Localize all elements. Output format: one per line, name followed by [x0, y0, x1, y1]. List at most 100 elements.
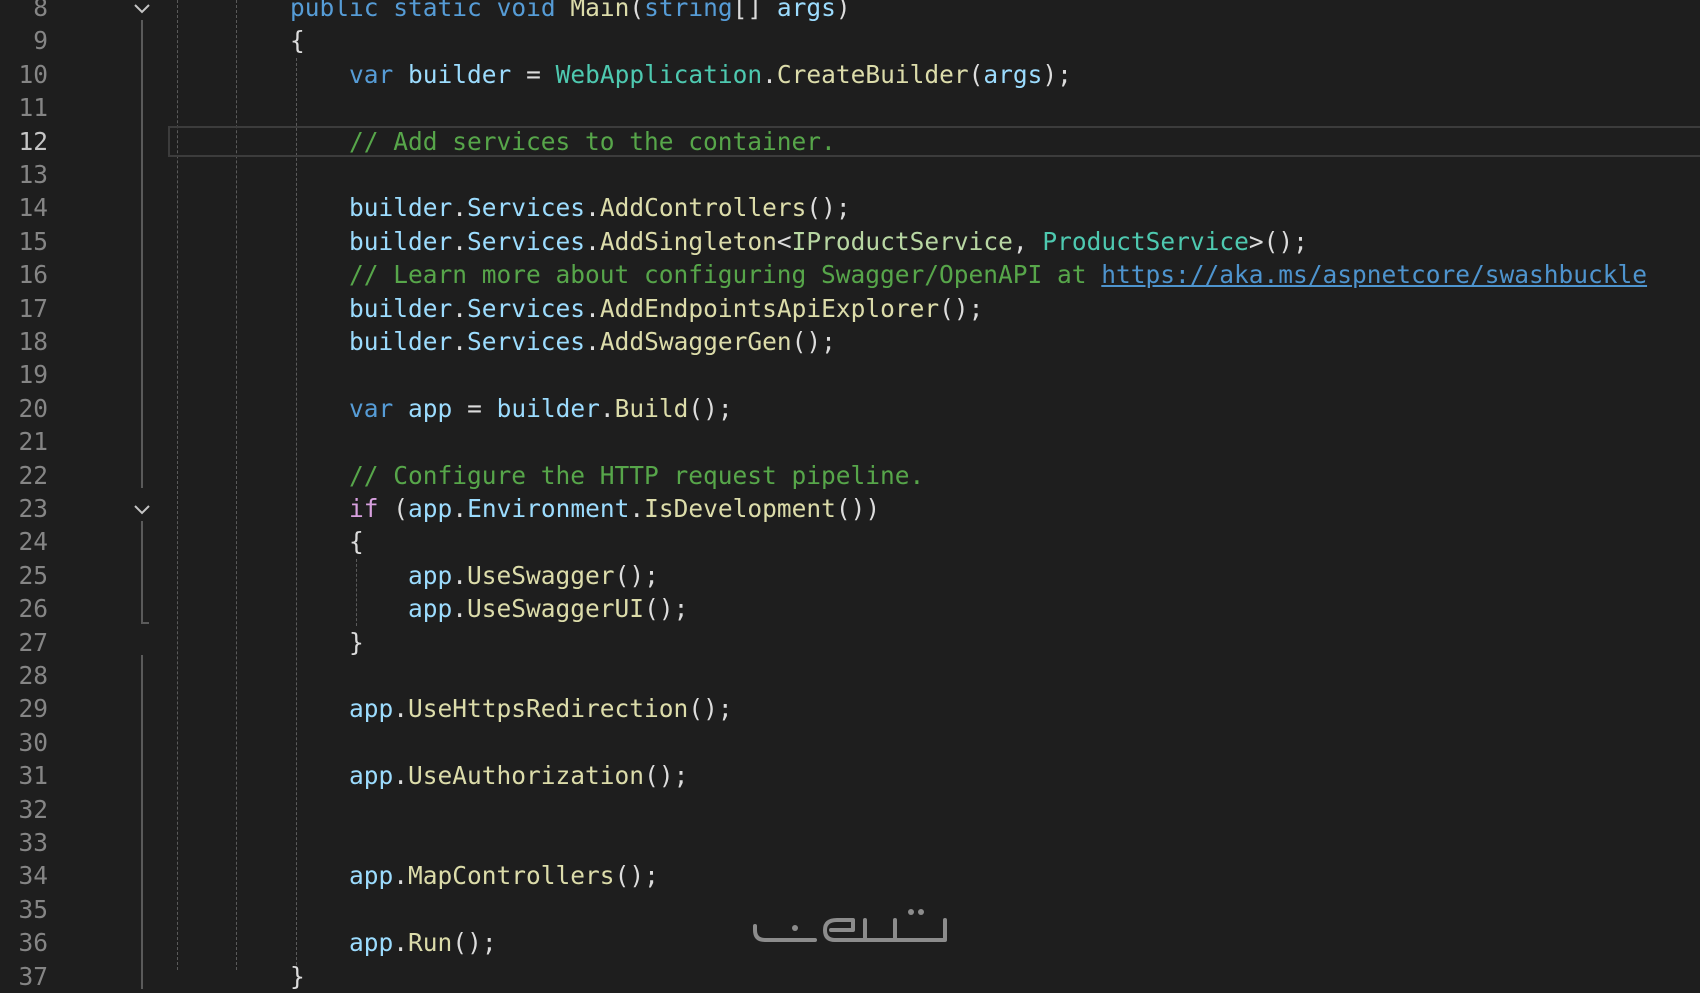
- code-token: =: [511, 59, 556, 89]
- line-number: 32: [18, 794, 48, 824]
- line-number: 19: [18, 360, 48, 390]
- code-line[interactable]: var builder = WebApplication.CreateBuild…: [290, 58, 1072, 91]
- code-line[interactable]: app.UseSwagger();: [290, 559, 659, 592]
- code-token: Run: [408, 928, 453, 958]
- code-token: Build: [614, 393, 689, 423]
- line-number: 18: [18, 327, 48, 356]
- code-token: AddSwaggerGen: [599, 327, 792, 356]
- code-line[interactable]: app.UseHttpsRedirection();: [290, 692, 733, 725]
- code-token: args: [776, 0, 836, 22]
- code-line[interactable]: builder.Services.AddControllers();: [290, 191, 851, 224]
- line-number: 21: [18, 427, 48, 457]
- code-token: Services: [467, 293, 586, 323]
- code-token: MapControllers: [408, 861, 615, 891]
- code-token: builder: [349, 226, 453, 256]
- code-token: .: [452, 494, 468, 523]
- code-token: (: [378, 494, 409, 523]
- code-line[interactable]: app.UseAuthorization();: [290, 759, 688, 792]
- chevron-down-icon[interactable]: [131, 0, 153, 19]
- code-token: .: [393, 928, 409, 958]
- code-token: .: [762, 59, 777, 89]
- code-token: .: [393, 861, 409, 891]
- line-number: 29: [18, 694, 48, 724]
- fold-range-line: [141, 655, 143, 989]
- code-token: .: [585, 226, 600, 256]
- khamsat-logo: [753, 909, 947, 942]
- code-line[interactable]: {: [290, 24, 305, 57]
- code-line[interactable]: // Configure the HTTP request pipeline.: [290, 459, 924, 492]
- code-token: .: [393, 761, 409, 791]
- code-token: builder: [349, 293, 453, 323]
- code-token: builder: [408, 59, 512, 89]
- code-line[interactable]: {: [290, 525, 364, 558]
- code-token: .: [452, 293, 468, 323]
- line-number: 35: [18, 894, 48, 924]
- code-token: >();: [1248, 226, 1308, 256]
- code-line[interactable]: }: [290, 626, 364, 659]
- code-line[interactable]: builder.Services.AddEndpointsApiExplorer…: [290, 292, 983, 325]
- code-token: Services: [467, 193, 586, 223]
- code-token: ProductService: [1042, 226, 1249, 256]
- code-line[interactable]: if (app.Environment.IsDevelopment()): [290, 492, 880, 525]
- code-token: Main: [570, 0, 630, 22]
- code-line[interactable]: public static void Main(string[] args): [290, 0, 851, 24]
- code-editor[interactable]: 8 9 10 11 12 13 14 15 16 17 18 19 20 21 22 23 24 25 26 27 28…: [0, 0, 1700, 991]
- code-token: {: [290, 527, 364, 557]
- code-token: WebApplication: [555, 59, 763, 89]
- chevron-down-icon[interactable]: [131, 498, 153, 520]
- code-token: .: [393, 694, 409, 724]
- code-token: <: [776, 226, 792, 256]
- code-token: IsDevelopment: [644, 494, 836, 523]
- code-token: static: [393, 0, 482, 22]
- code-line[interactable]: builder.Services.AddSingleton<IProductSe…: [290, 225, 1308, 258]
- code-token: var: [349, 393, 394, 423]
- code-token: ): [835, 0, 851, 22]
- code-token: ();: [644, 594, 689, 624]
- code-token: string: [644, 0, 733, 22]
- code-token: Services: [467, 226, 586, 256]
- code-token: );: [1042, 59, 1072, 89]
- code-token: .: [452, 226, 468, 256]
- code-token: UseSwaggerUI: [467, 594, 645, 624]
- code-token: public: [290, 0, 379, 22]
- fold-range-line: [141, 521, 143, 622]
- code-line[interactable]: app.UseSwaggerUI();: [290, 592, 688, 625]
- code-token: }: [290, 627, 364, 657]
- code-line[interactable]: var app = builder.Build();: [290, 392, 733, 425]
- code-token: args: [983, 59, 1043, 89]
- code-token: ();: [688, 393, 733, 423]
- code-line[interactable]: builder.Services.AddSwaggerGen();: [290, 325, 836, 358]
- code-token: AddEndpointsApiExplorer: [599, 293, 940, 323]
- code-token: }: [290, 961, 305, 991]
- line-number: 20: [18, 393, 48, 423]
- code-token: app: [408, 594, 453, 624]
- line-number: 25: [18, 560, 48, 590]
- line-number: 26: [18, 594, 48, 624]
- code-line[interactable]: app.Run();: [290, 926, 497, 959]
- code-token: (: [968, 59, 984, 89]
- code-token: ();: [688, 694, 733, 724]
- code-line[interactable]: }: [290, 960, 305, 993]
- code-token: .: [629, 494, 645, 523]
- code-token: app: [349, 761, 394, 791]
- hyperlink[interactable]: https://aka.ms/aspnetcore/swashbuckle: [1101, 260, 1647, 289]
- code-line[interactable]: // Learn more about configuring Swagger/…: [290, 258, 1647, 291]
- code-token: builder: [349, 193, 453, 223]
- code-token: .: [585, 193, 600, 223]
- code-line[interactable]: app.MapControllers();: [290, 859, 659, 892]
- line-number: 27: [18, 627, 48, 657]
- code-token: .: [452, 594, 468, 624]
- line-number: 11: [18, 93, 48, 123]
